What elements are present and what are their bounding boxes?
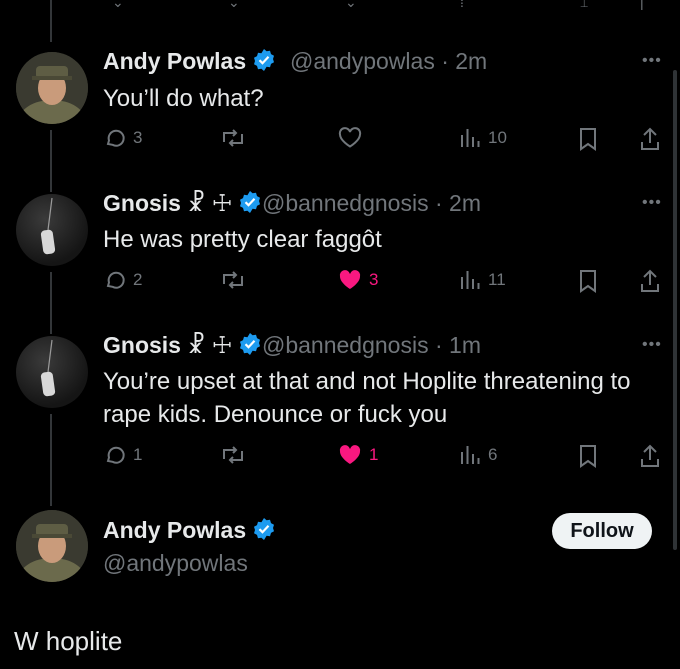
views-icon: [461, 271, 480, 289]
post-text: He was pretty clear faggôt: [103, 226, 382, 253]
repost-button[interactable]: [220, 268, 246, 292]
views-button[interactable]: 6: [458, 443, 497, 467]
like-count: 3: [369, 270, 379, 289]
reply-button[interactable]: 1: [103, 443, 142, 467]
more-options-icon[interactable]: •••: [642, 194, 662, 212]
reply-icon: [106, 129, 125, 147]
views-count: 10: [488, 128, 507, 147]
verified-badge-icon: [252, 48, 276, 78]
thread-line: [50, 0, 52, 42]
share-icon: [641, 444, 659, 467]
bookmark-button[interactable]: [576, 268, 600, 294]
verified-badge-icon: [238, 332, 262, 362]
author-handle[interactable]: @bannedgnosis · 2m: [262, 190, 481, 217]
share-icon[interactable]: |: [640, 0, 644, 10]
repost-icon[interactable]: ⌄: [228, 0, 240, 11]
bookmark-icon: [580, 128, 596, 151]
bookmark-icon[interactable]: ⌶: [580, 0, 588, 11]
post-text: You’ll do what?: [103, 85, 264, 112]
views-icon: [461, 446, 480, 464]
reply-count: 3: [133, 128, 143, 147]
views-count: 6: [488, 445, 498, 464]
bookmark-icon: [580, 270, 596, 293]
more-options-icon[interactable]: •••: [642, 336, 662, 354]
views-icon[interactable]: ⁞: [460, 0, 464, 10]
author-handle[interactable]: @bannedgnosis · 1m: [262, 332, 481, 359]
avatar[interactable]: [16, 52, 88, 124]
bookmark-button[interactable]: [576, 443, 600, 469]
author-name[interactable]: Gnosis ☧ ☩: [103, 190, 262, 220]
like-button[interactable]: 1: [337, 443, 378, 467]
author-name[interactable]: Andy Powlas: [103, 48, 276, 78]
previous-post-actions: ⌄ ⌄ ⌄ ⁞ ⌶ |: [0, 0, 680, 16]
timestamp[interactable]: · 2m: [435, 190, 481, 216]
views-button[interactable]: 10: [458, 126, 507, 150]
post-text: You’re upset at that and not Hoplite thr…: [103, 368, 631, 428]
share-icon: [641, 127, 659, 150]
like-icon[interactable]: ⌄: [345, 0, 357, 11]
views-icon: [461, 129, 480, 147]
reply-icon: [106, 446, 125, 464]
verified-badge-icon: [252, 517, 276, 547]
verified-badge-icon: [238, 190, 262, 220]
timestamp[interactable]: · 2m: [441, 48, 487, 74]
like-button[interactable]: 3: [337, 268, 378, 292]
avatar[interactable]: [16, 510, 88, 582]
author-name[interactable]: Gnosis ☧ ☩: [103, 332, 262, 362]
repost-icon: [223, 271, 243, 289]
like-button[interactable]: [337, 126, 363, 150]
share-button[interactable]: [638, 126, 662, 152]
author-handle[interactable]: @andypowlas · 2m: [290, 48, 487, 75]
bookmark-icon: [580, 445, 596, 468]
repost-icon: [223, 446, 243, 464]
thread-line: [50, 414, 52, 506]
share-icon: [641, 269, 659, 292]
author-name[interactable]: Andy Powlas: [103, 517, 276, 547]
share-button[interactable]: [638, 443, 662, 469]
repost-button[interactable]: [220, 443, 246, 467]
follow-button[interactable]: Follow: [552, 513, 652, 549]
reply-count: 1: [133, 445, 143, 464]
avatar[interactable]: [16, 336, 88, 408]
avatar[interactable]: [16, 194, 88, 266]
thread-line: [50, 272, 52, 334]
reply-icon: [106, 271, 125, 289]
reply-count: 2: [133, 270, 143, 289]
more-options-icon[interactable]: •••: [642, 52, 662, 70]
reply-button[interactable]: 3: [103, 126, 142, 150]
views-count: 11: [488, 270, 506, 289]
scrollbar[interactable]: [673, 70, 677, 550]
heart-filled-icon: [339, 270, 361, 289]
repost-icon: [223, 129, 243, 147]
reply-button[interactable]: 2: [103, 268, 142, 292]
bookmark-button[interactable]: [576, 126, 600, 152]
views-button[interactable]: 11: [458, 268, 506, 292]
heart-filled-icon: [339, 445, 361, 464]
like-count: 1: [369, 445, 379, 464]
repost-button[interactable]: [220, 126, 246, 150]
timestamp[interactable]: · 1m: [435, 332, 481, 358]
heart-icon: [338, 127, 362, 148]
reply-icon[interactable]: ⌄: [112, 0, 124, 11]
share-button[interactable]: [638, 268, 662, 294]
thread-line: [50, 130, 52, 192]
post-text: W hoplite: [14, 626, 123, 656]
author-handle[interactable]: @andypowlas: [103, 550, 248, 577]
